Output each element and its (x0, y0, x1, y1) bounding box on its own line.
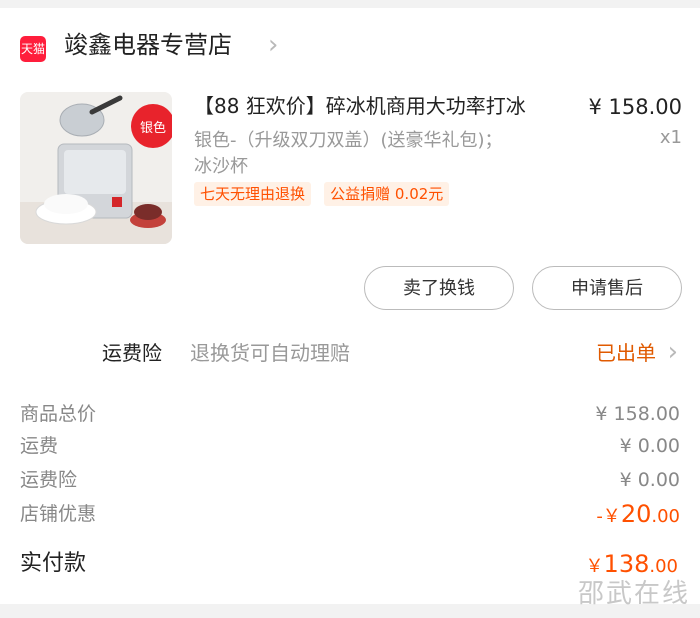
store-header[interactable]: 天猫 竣鑫电器专营店 › (0, 8, 700, 82)
insurance-description: 退换货可自动理赔 (190, 341, 350, 365)
summary-label: 运费险 (20, 469, 78, 491)
summary-label: 运费 (20, 435, 59, 457)
summary-row-shipping: 运费 ¥ 0.00 (0, 430, 700, 462)
insurance-status: 已出单 (596, 341, 656, 365)
product-sku: 银色-（升级双刀双盖）(送豪华礼包)； 冰沙杯 (194, 128, 574, 180)
summary-value: ¥ 0.00 (619, 435, 680, 457)
chevron-right-icon: › (268, 30, 279, 60)
tag-charity-donation: 公益捐赠 0.02元 (324, 182, 450, 206)
sku-line: 冰沙杯 (194, 156, 248, 177)
ice-crusher-image: 银色 (20, 92, 172, 244)
summary-label: 商品总价 (20, 403, 97, 425)
sku-line: 银色-（升级双刀双盖）(送豪华礼包)； (194, 130, 503, 151)
summary-label: 店铺优惠 (20, 503, 97, 525)
watermark: 邵武在线 (577, 579, 690, 609)
tag-seven-day-return: 七天无理由退换 (194, 182, 312, 206)
product-image[interactable]: 银色 (20, 92, 172, 244)
insurance-label: 运费险 (102, 341, 162, 365)
discount-value: -￥20.00 (596, 498, 680, 533)
store-name[interactable]: 竣鑫电器专营店 (64, 28, 232, 62)
sell-for-cash-button[interactable]: 卖了换钱 (364, 266, 514, 310)
order-card: 天猫 竣鑫电器专营店 › 银色 【88 狂欢价】碎冰机商用大功率打冰 ¥ 158… (0, 8, 700, 604)
chevron-right-icon: › (667, 337, 678, 367)
tmall-logo: 天猫 (20, 36, 46, 62)
after-sales-button[interactable]: 申请售后 (532, 266, 682, 310)
summary-row-goods-total: 商品总价 ¥ 158.00 (0, 398, 700, 430)
product-quantity: x1 (659, 127, 682, 148)
summary-value: ¥ 158.00 (595, 403, 680, 425)
shipping-insurance-row[interactable]: 运费险 退换货可自动理赔 已出单 › (0, 334, 700, 374)
summary-row-shipping-insurance: 运费险 ¥ 0.00 (0, 464, 700, 496)
service-tags: 七天无理由退换 公益捐赠 0.02元 (194, 182, 457, 206)
discount-prefix: -￥ (596, 506, 621, 527)
product-title[interactable]: 【88 狂欢价】碎冰机商用大功率打冰 (194, 90, 526, 122)
summary-row-store-discount: 店铺优惠 -￥20.00 (0, 498, 700, 530)
image-color-label: 银色 (140, 120, 166, 136)
discount-decimals: .00 (651, 506, 680, 527)
total-label: 实付款 (20, 551, 87, 576)
discount-main: 20 (620, 500, 652, 528)
summary-value: ¥ 0.00 (619, 469, 680, 491)
product-price: ¥ 158.00 (588, 95, 682, 119)
